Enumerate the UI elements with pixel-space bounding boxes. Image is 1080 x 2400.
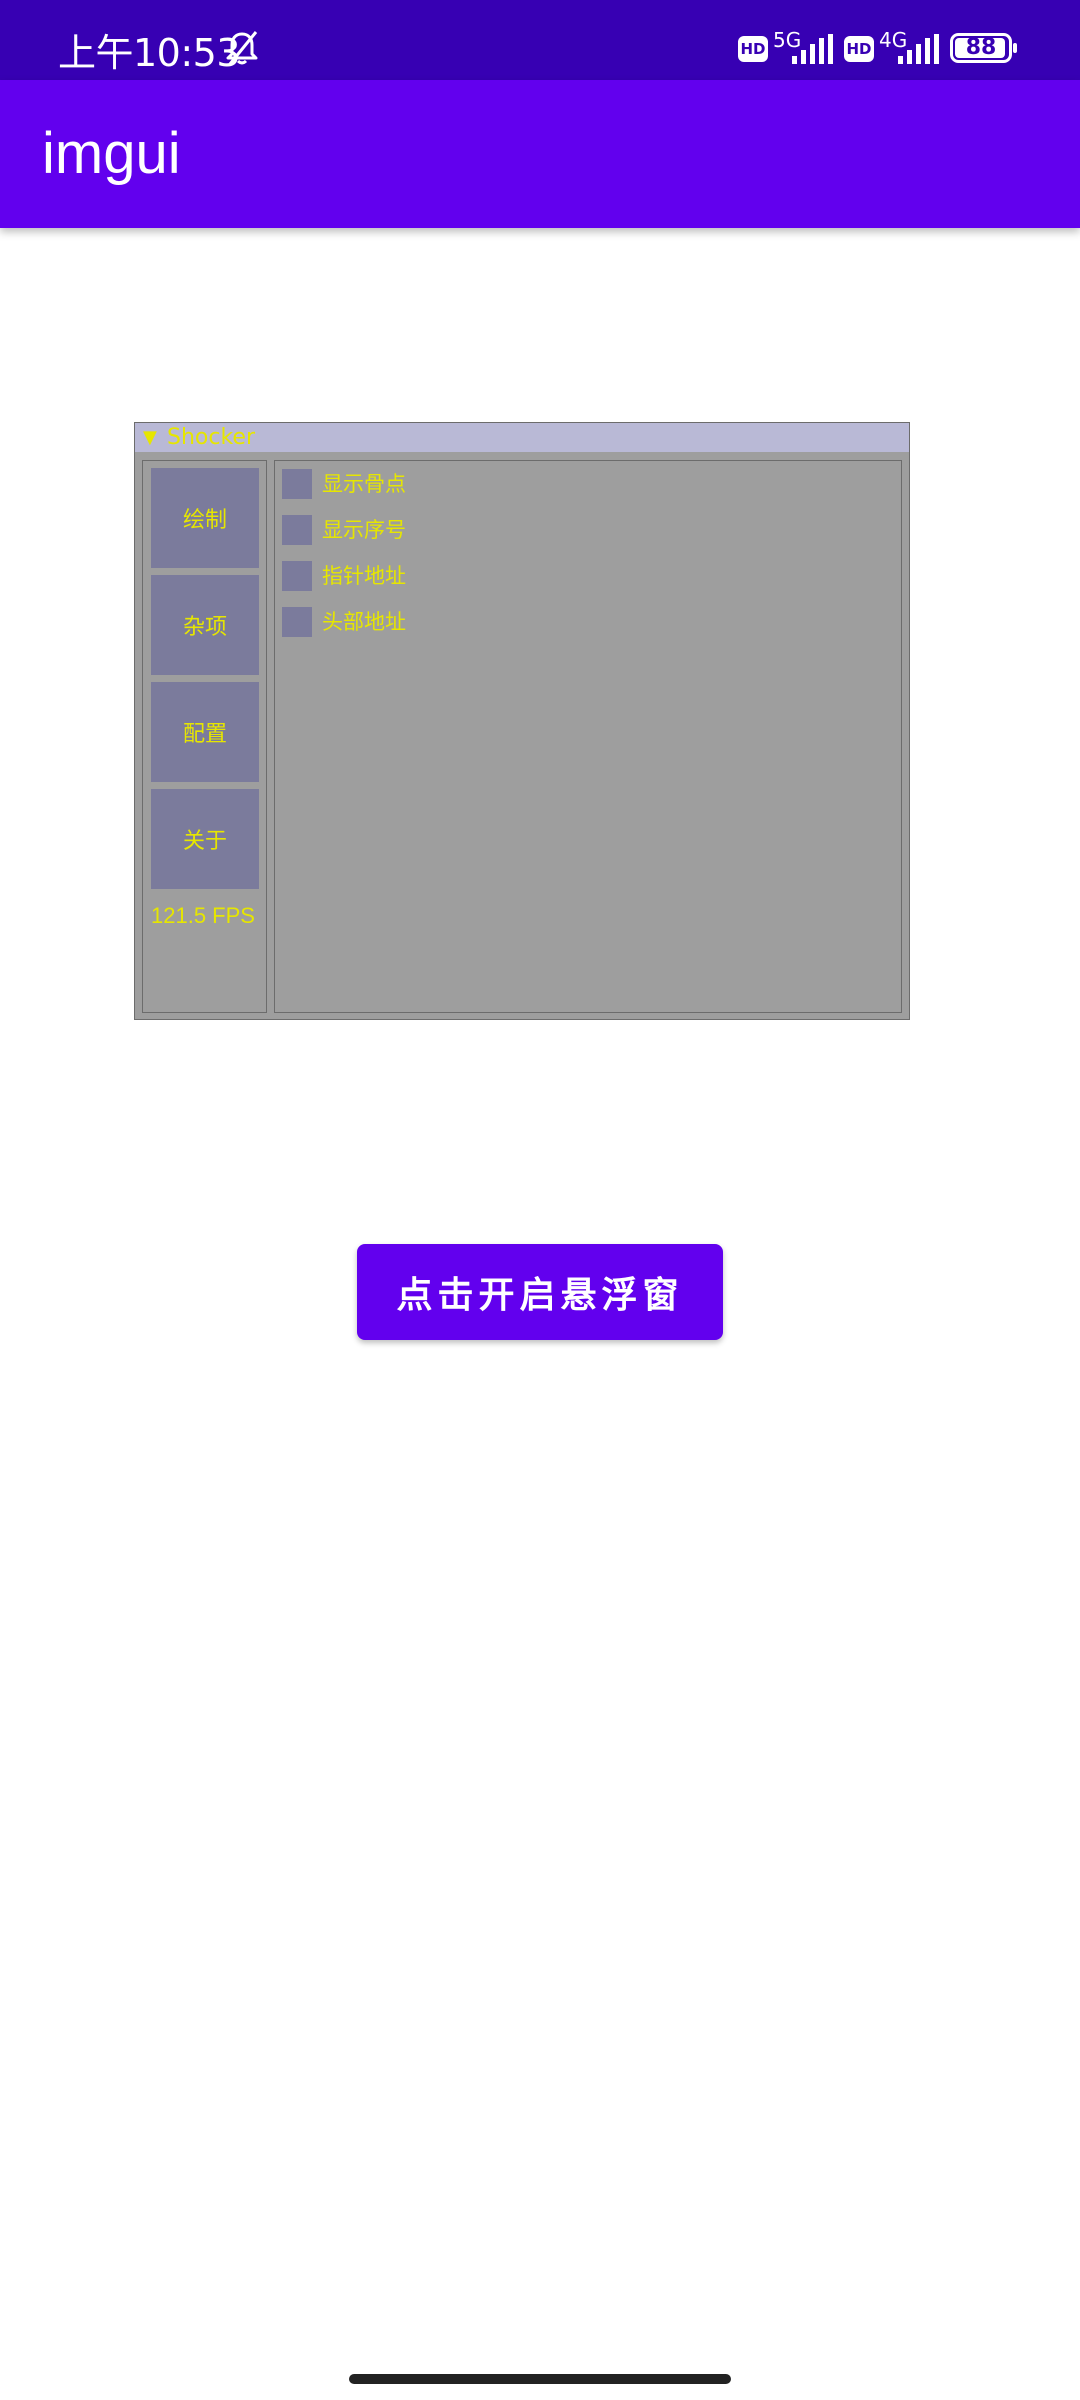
status-indicators: HD 5G HD 4G 88 xyxy=(720,0,1080,80)
signal-icon xyxy=(792,34,833,64)
hd-badge-2: HD xyxy=(844,36,874,62)
status-bar: 上午10:53 HD 5G HD 4G 88 xyxy=(0,0,1080,80)
bell-off-icon xyxy=(226,31,258,65)
checkbox-label[interactable]: 头部地址 xyxy=(322,607,406,637)
nav-button-config[interactable]: 配置 xyxy=(151,682,259,782)
status-time: 上午10:53 xyxy=(58,31,241,75)
checkbox[interactable] xyxy=(282,469,312,499)
battery-icon: 88 xyxy=(950,33,1020,63)
gesture-bar[interactable] xyxy=(349,2374,731,2384)
checkbox[interactable] xyxy=(282,607,312,637)
fps-counter: 121.5 FPS xyxy=(151,903,255,928)
checkbox-label[interactable]: 指针地址 xyxy=(322,561,406,591)
hd-badge: HD xyxy=(738,36,768,62)
imgui-titlebar[interactable]: ▼ Shocker xyxy=(135,423,909,452)
app-title: imgui xyxy=(42,121,181,186)
checkbox[interactable] xyxy=(282,561,312,591)
checkbox[interactable] xyxy=(282,515,312,545)
battery-level: 88 xyxy=(965,35,997,60)
window-title: Shocker xyxy=(167,425,255,450)
nav-button-misc[interactable]: 杂项 xyxy=(151,575,259,675)
checkbox-label[interactable]: 显示序号 xyxy=(322,515,406,545)
content-panel: 显示骨点 显示序号 指针地址 头部地址 xyxy=(274,460,902,1013)
app-bar: imgui xyxy=(0,80,1080,228)
nav-panel: 绘制 杂项 配置 关于 121.5 FPS xyxy=(142,460,267,1013)
nav-button-draw[interactable]: 绘制 xyxy=(151,468,259,568)
imgui-window[interactable]: ▼ Shocker 绘制 杂项 配置 关于 121.5 FPS 显示骨点 显示序… xyxy=(134,422,910,1020)
signal-icon-2 xyxy=(898,34,939,64)
nav-button-about[interactable]: 关于 xyxy=(151,789,259,889)
checkbox-label[interactable]: 显示骨点 xyxy=(322,469,406,499)
collapse-triangle-icon[interactable]: ▼ xyxy=(143,423,157,452)
open-floating-window-button[interactable]: 点击开启悬浮窗 xyxy=(357,1244,723,1340)
